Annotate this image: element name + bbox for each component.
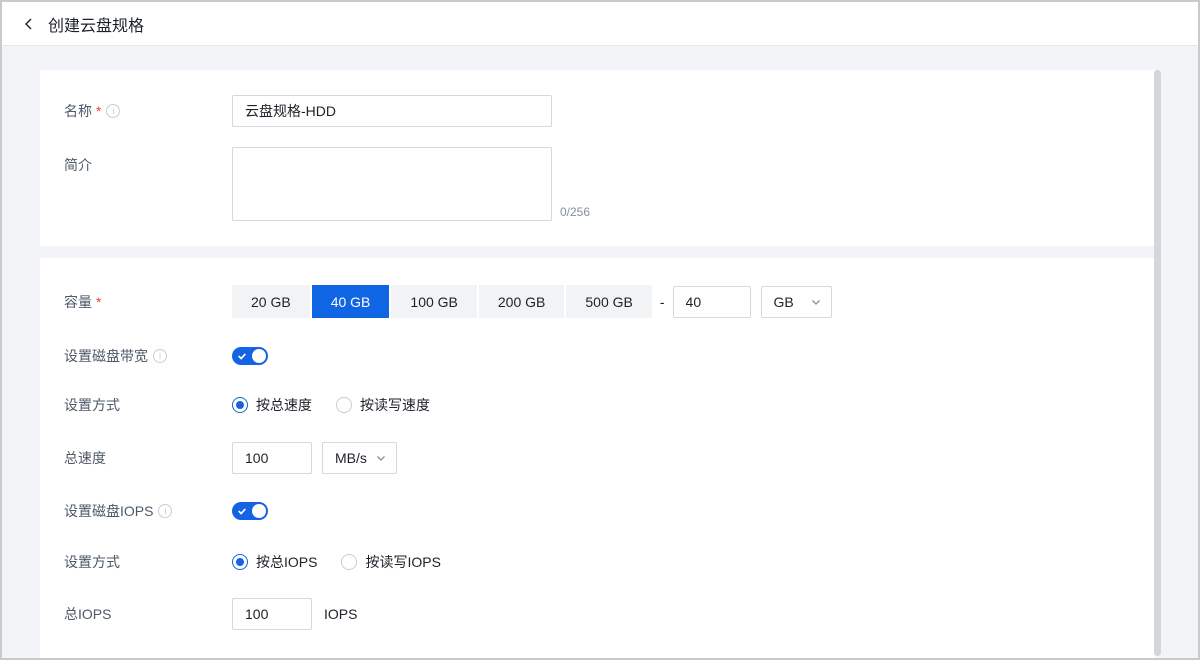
iops-toggle-label-group: 设置磁盘IOPS (64, 501, 232, 521)
total-iops-input[interactable] (232, 598, 312, 630)
speed-unit-value: MB/s (335, 450, 367, 466)
bandwidth-mode-row: 设置方式 按总速度 按读写速度 (64, 395, 1131, 415)
capacity-option-200gb[interactable]: 200 GB (479, 285, 564, 318)
total-speed-label-group: 总速度 (64, 448, 232, 468)
iops-toggle-label: 设置磁盘IOPS (64, 501, 153, 521)
capacity-label-group: 容量* (64, 292, 232, 312)
intro-label-group: 简介 (64, 147, 232, 175)
radio-option-rw-speed[interactable]: 按读写速度 (336, 395, 430, 415)
vertical-scrollbar[interactable] (1154, 70, 1161, 656)
radio-option-total-speed[interactable]: 按总速度 (232, 395, 312, 415)
toggle-knob (252, 504, 266, 518)
total-iops-label: 总IOPS (64, 604, 111, 624)
capacity-option-500gb[interactable]: 500 GB (566, 285, 651, 318)
total-iops-label-group: 总IOPS (64, 604, 232, 624)
check-icon (237, 351, 247, 361)
name-input[interactable] (232, 95, 552, 127)
name-label-group: 名称* (64, 101, 232, 121)
chevron-down-icon (375, 452, 387, 464)
bandwidth-mode-label-group: 设置方式 (64, 395, 232, 415)
check-icon (237, 506, 247, 516)
name-row: 名称* (64, 95, 1131, 127)
iops-unit-text: IOPS (324, 606, 357, 622)
intro-textarea[interactable] (232, 147, 552, 221)
iops-mode-label-group: 设置方式 (64, 552, 232, 572)
total-speed-row: 总速度 MB/s (64, 442, 1131, 474)
info-icon[interactable] (153, 349, 167, 363)
chevron-down-icon (810, 296, 822, 308)
spec-config-card: 容量* 20 GB 40 GB 100 GB 200 GB 500 GB - G… (40, 258, 1155, 660)
char-counter: 0/256 (560, 205, 590, 219)
capacity-row: 容量* 20 GB 40 GB 100 GB 200 GB 500 GB - G… (64, 285, 1131, 318)
bandwidth-mode-label: 设置方式 (64, 395, 120, 415)
capacity-option-100gb[interactable]: 100 GB (391, 285, 476, 318)
info-icon[interactable] (158, 504, 172, 518)
capacity-option-40gb[interactable]: 40 GB (312, 285, 390, 318)
basic-info-card: 名称* 简介 0/256 (40, 70, 1155, 246)
required-mark: * (96, 103, 101, 119)
bandwidth-label: 设置磁盘带宽 (64, 346, 148, 366)
capacity-label: 容量 (64, 292, 92, 312)
speed-unit-select[interactable]: MB/s (322, 442, 397, 474)
intro-label: 简介 (64, 155, 92, 175)
radio-unchecked-icon (336, 397, 352, 413)
total-iops-row: 总IOPS IOPS (64, 598, 1131, 630)
iops-toggle[interactable] (232, 502, 268, 520)
chevron-left-icon (22, 17, 36, 31)
capacity-unit-value: GB (774, 294, 794, 310)
total-speed-label: 总速度 (64, 448, 106, 468)
create-disk-spec-page: 创建云盘规格 名称* 简介 0/256 (0, 0, 1200, 660)
bandwidth-mode-radio-group: 按总速度 按读写速度 (232, 395, 430, 415)
capacity-unit-select[interactable]: GB (761, 286, 832, 318)
iops-mode-radio-group: 按总IOPS 按读写IOPS (232, 552, 441, 572)
radio-option-rw-iops[interactable]: 按读写IOPS (341, 552, 440, 572)
radio-checked-icon (232, 554, 248, 570)
range-separator: - (660, 294, 665, 310)
capacity-button-group: 20 GB 40 GB 100 GB 200 GB 500 GB (232, 285, 652, 318)
radio-unchecked-icon (341, 554, 357, 570)
intro-textarea-wrap: 0/256 (232, 147, 590, 221)
intro-row: 简介 0/256 (64, 147, 1131, 221)
required-mark: * (96, 294, 101, 310)
radio-checked-icon (232, 397, 248, 413)
back-button[interactable] (22, 17, 36, 31)
page-header: 创建云盘规格 (2, 2, 1198, 46)
radio-option-total-iops[interactable]: 按总IOPS (232, 552, 317, 572)
name-label: 名称 (64, 101, 92, 121)
capacity-custom-input[interactable] (673, 286, 751, 318)
page-body: 名称* 简介 0/256 容量* (2, 46, 1198, 658)
total-speed-input[interactable] (232, 442, 312, 474)
page-title: 创建云盘规格 (48, 12, 144, 36)
info-icon[interactable] (106, 104, 120, 118)
bandwidth-label-group: 设置磁盘带宽 (64, 346, 232, 366)
bandwidth-toggle[interactable] (232, 347, 268, 365)
bandwidth-toggle-row: 设置磁盘带宽 (64, 346, 1131, 366)
iops-mode-label: 设置方式 (64, 552, 120, 572)
iops-toggle-row: 设置磁盘IOPS (64, 501, 1131, 521)
toggle-knob (252, 349, 266, 363)
capacity-option-20gb[interactable]: 20 GB (232, 285, 310, 318)
iops-mode-row: 设置方式 按总IOPS 按读写IOPS (64, 552, 1131, 572)
